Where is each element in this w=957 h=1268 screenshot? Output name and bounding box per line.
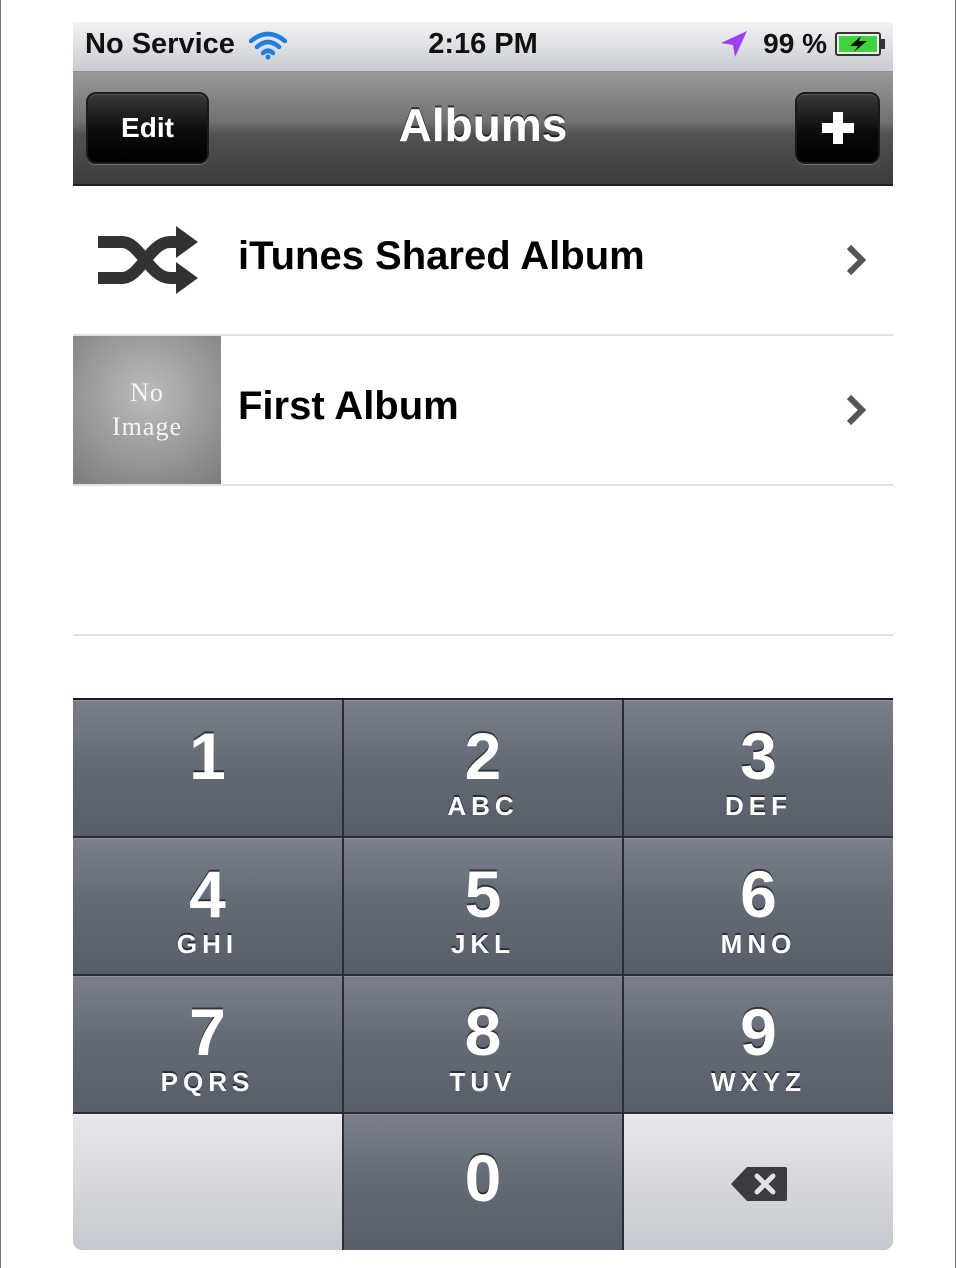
key-digit: 5: [464, 857, 502, 931]
key-digit: 8: [464, 995, 502, 1069]
key-digit: 4: [189, 857, 226, 931]
page-title: Albums: [398, 99, 568, 151]
key-9[interactable]: 9 WXYZ: [624, 976, 893, 1112]
album-row-first-album[interactable]: No Image First Album: [73, 336, 893, 486]
key-0[interactable]: 0: [344, 1114, 622, 1250]
album-thumbnail-shuffle: [73, 186, 221, 334]
key-digit: 0: [464, 1141, 502, 1215]
status-right: 99 %: [719, 28, 887, 60]
navigation-bar: Edit Albums: [73, 72, 893, 186]
key-letters: DEF: [725, 791, 792, 821]
no-image-line-2: Image: [112, 412, 182, 441]
key-letters: PQRS: [160, 1067, 255, 1097]
album-title: iTunes Shared Album: [238, 234, 645, 278]
album-title: First Album: [238, 384, 459, 428]
album-row-itunes-shared[interactable]: iTunes Shared Album: [73, 186, 893, 336]
chevron-right-icon: [846, 244, 867, 276]
key-letters: JKL: [450, 929, 516, 959]
key-letters: MNO: [720, 929, 797, 959]
key-digit: 9: [740, 995, 777, 1069]
frame-edge-left: [0, 0, 1, 1268]
add-album-button[interactable]: [795, 92, 880, 164]
battery-charging-icon: [835, 32, 885, 56]
no-image-line-1: No: [130, 378, 164, 407]
key-7[interactable]: 7 PQRS: [73, 976, 342, 1112]
key-letters: GHI: [176, 929, 239, 959]
key-digit: 6: [740, 857, 777, 931]
key-4[interactable]: 4 GHI: [73, 838, 342, 974]
backspace-icon: [730, 1166, 787, 1201]
key-letters: WXYZ: [710, 1067, 807, 1097]
status-bar: No Service 2:16 PM 99 %: [73, 22, 893, 72]
key-digit: 7: [189, 995, 226, 1069]
key-letters: ABC: [447, 791, 519, 821]
key-digit: 3: [740, 719, 777, 793]
plus-icon: [821, 112, 854, 144]
key-6[interactable]: 6 MNO: [624, 838, 893, 974]
key-2[interactable]: 2 ABC: [344, 700, 622, 836]
key-digit: 1: [189, 719, 226, 793]
key-5[interactable]: 5 JKL: [344, 838, 622, 974]
shuffle-icon: [98, 226, 198, 294]
key-digit: 2: [464, 719, 502, 793]
frame-edge-right: [955, 0, 956, 1268]
key-letters: TUV: [449, 1067, 517, 1097]
key-8[interactable]: 8 TUV: [344, 976, 622, 1112]
empty-table-row: [73, 486, 893, 636]
no-image-thumbnail: No Image: [73, 336, 221, 484]
numeric-keypad: 1 2 ABC 3 DEF 4 GHI 5 JKL 6 MNO 7 PQRS 8: [73, 698, 893, 1250]
phone-screen: No Service 2:16 PM 99 % Edit Albums iTun…: [73, 22, 893, 1250]
chevron-right-icon: [846, 394, 867, 426]
blank-key: [73, 1114, 342, 1250]
key-1[interactable]: 1: [73, 700, 342, 836]
battery-percent: 99 %: [763, 28, 827, 59]
key-3[interactable]: 3 DEF: [624, 700, 893, 836]
location-arrow-icon: [721, 31, 748, 57]
delete-key[interactable]: [624, 1114, 893, 1250]
